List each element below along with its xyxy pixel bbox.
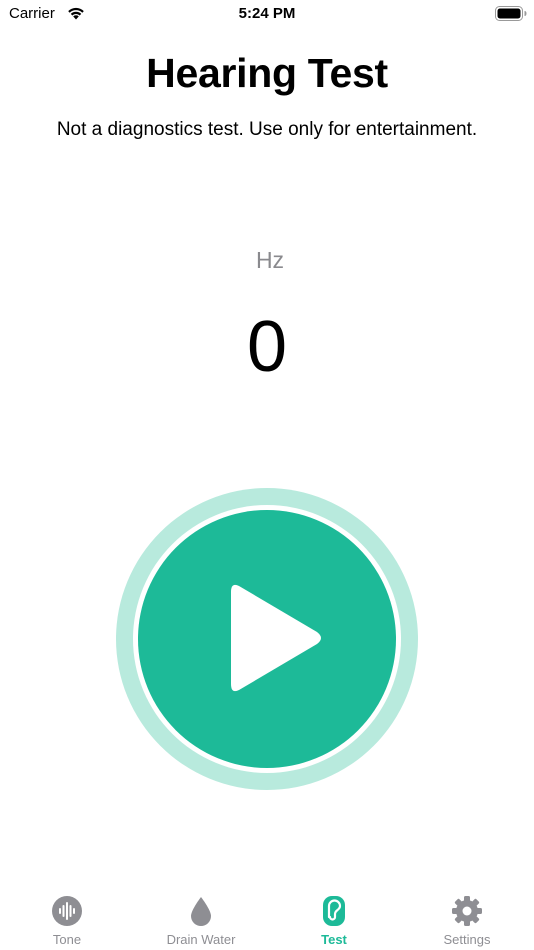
tab-drain-water-label: Drain Water	[166, 932, 236, 947]
tab-tone[interactable]: Tone	[0, 884, 134, 950]
tab-bar: Tone Drain Water Test Settings	[0, 884, 534, 950]
gear-icon	[452, 896, 482, 926]
drop-icon	[191, 897, 211, 926]
disclaimer-text: Not a diagnostics test. Use only for ent…	[56, 119, 478, 140]
play-icon[interactable]	[225, 582, 325, 694]
waveform-icon	[52, 896, 82, 926]
page-title: Hearing Test	[146, 50, 388, 96]
frequency-unit-label: Hz	[255, 247, 285, 273]
tab-test-label: Test	[321, 932, 347, 947]
frequency-value: 0	[246, 307, 288, 387]
tab-tone-label: Tone	[52, 932, 82, 947]
status-time: 5:24 PM	[238, 5, 296, 22]
tab-drain-water[interactable]: Drain Water	[134, 884, 268, 950]
status-bar: Carrier 5:24 PM	[0, 0, 534, 30]
ear-icon	[323, 896, 345, 926]
tab-test[interactable]: Test	[267, 884, 401, 950]
tab-settings-label: Settings	[443, 932, 491, 947]
tab-settings[interactable]: Settings	[400, 884, 534, 950]
battery-icon	[495, 6, 527, 21]
